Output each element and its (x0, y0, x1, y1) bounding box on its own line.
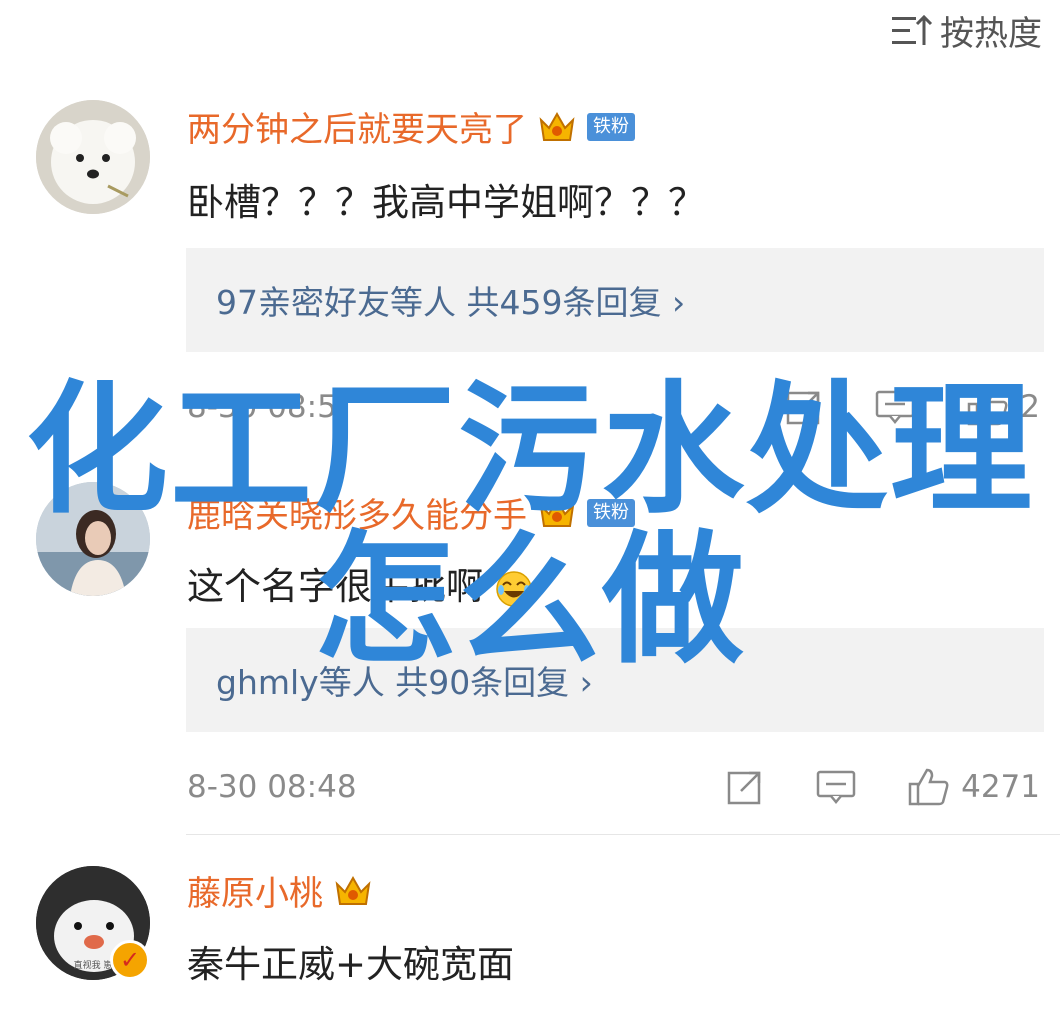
avatar-caption: 直视我 崽 (74, 959, 113, 971)
reply-summary-link[interactable]: 97亲密好友等人 共459条回复 › (186, 248, 1044, 352)
like-button[interactable]: 4271 (907, 766, 1040, 808)
username-text[interactable]: 藤原小桃 (187, 866, 323, 915)
username-text[interactable]: 两分钟之后就要天亮了 (187, 102, 527, 151)
overlay-title-line2: 怎么做 (314, 518, 746, 683)
avatar[interactable] (36, 100, 150, 214)
overlay-title-line1: 化工厂污水处理 (26, 368, 1034, 533)
share-icon (727, 771, 761, 805)
sort-label: 按热度 (940, 14, 1042, 54)
fan-badge: 铁粉 (587, 112, 635, 141)
share-button[interactable] (725, 767, 765, 807)
reply-button[interactable] (815, 767, 857, 807)
comment-text: 秦牛正威+大碗宽面 (187, 943, 515, 986)
comment-text: 卧槽？？？我高中学姐啊？？？ (187, 181, 705, 224)
comment-username[interactable]: 两分钟之后就要天亮了 铁粉 (187, 102, 635, 151)
dog-avatar-icon (36, 100, 150, 214)
comment-icon (816, 770, 856, 804)
verified-v-icon: ✓ (110, 940, 150, 980)
comment-time: 8-30 08:48 (187, 769, 357, 805)
crown-icon (335, 875, 371, 905)
sort-icon (892, 14, 933, 45)
sort-by-heat-button[interactable]: 按热度 (890, 6, 1042, 55)
crown-icon (539, 111, 575, 141)
comment-meta: 8-30 08:48 4271 (187, 766, 1040, 808)
thumbs-up-icon (908, 768, 949, 806)
like-count: 4271 (961, 769, 1040, 805)
comment-username[interactable]: 藤原小桃 (187, 866, 373, 915)
divider (186, 834, 1060, 835)
